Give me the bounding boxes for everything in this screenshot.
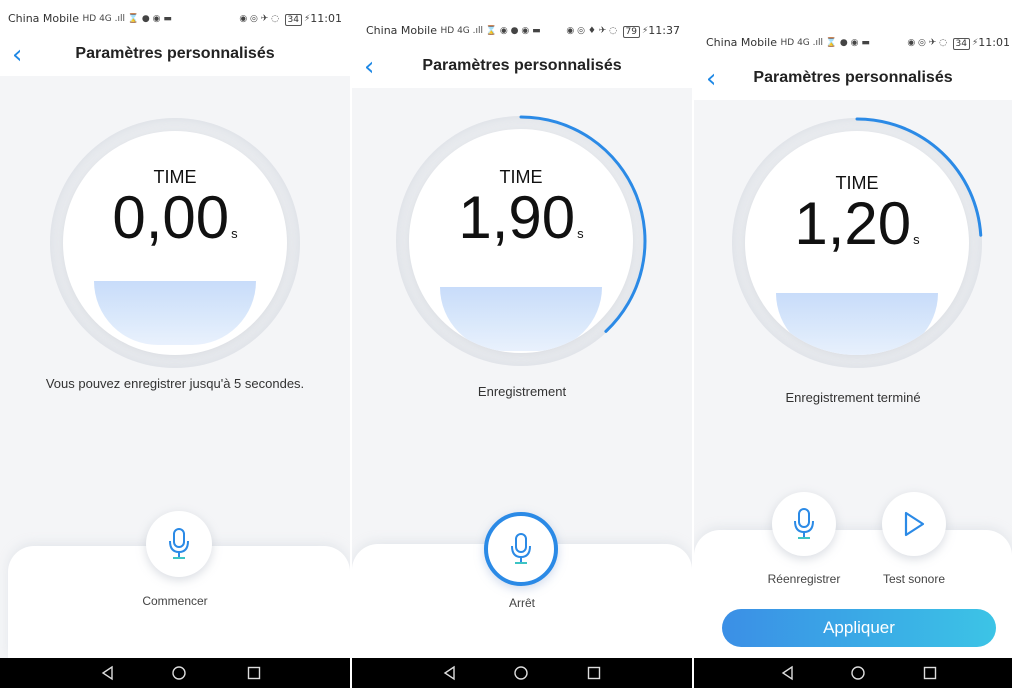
rerecord-button[interactable]	[772, 492, 836, 556]
status-caption: Enregistrement terminé	[785, 390, 921, 405]
system-navbar	[352, 658, 692, 688]
battery-icon: 34	[952, 38, 970, 50]
rerecord-label: Réenregistrer	[767, 572, 841, 586]
status-icons: ◉ ◎ ♦ ✈ ◌	[566, 26, 618, 36]
home-circle-icon[interactable]	[850, 665, 866, 681]
microphone-icon	[169, 528, 189, 559]
back-triangle-icon[interactable]	[780, 665, 796, 681]
clock: 11:37	[648, 24, 680, 37]
page-title: Paramètres personnalisés	[422, 57, 622, 74]
start-label: Commencer	[142, 594, 208, 608]
play-icon	[904, 511, 925, 537]
content-area: TIME 1,90 s Enregistrement Arrêt	[352, 88, 692, 658]
battery-icon: 79	[622, 26, 640, 38]
recent-square-icon[interactable]	[246, 665, 262, 681]
timer-ring: TIME 0,00 s	[50, 118, 300, 368]
carrier-name: China Mobile	[366, 24, 438, 37]
carrier-name: China Mobile	[706, 36, 778, 49]
system-navbar	[694, 658, 1012, 688]
screen-start: China Mobile HD 4G .ıll ⌛ ● ◉ ▬ ◉ ◎ ✈ ◌ …	[0, 0, 350, 688]
home-circle-icon[interactable]	[171, 665, 187, 681]
timer-ring: TIME 1,20 s	[732, 117, 983, 368]
content-area: TIME 1,20 s Enregistrement terminé Réenre…	[694, 100, 1012, 658]
timer-unit: s	[231, 226, 238, 241]
progress-arc	[519, 115, 647, 333]
screen-finished: China Mobile HD 4G .ıll ⌛ ● ◉ ▬ ◉ ◎ ✈ ◌ …	[694, 0, 1012, 688]
audio-wave	[94, 281, 256, 345]
page-title: Paramètres personnalisés	[753, 69, 953, 86]
carrier-name: China Mobile	[8, 12, 80, 25]
start-record-button[interactable]	[146, 511, 212, 577]
app-header: ‹ Paramètres personnalisés	[0, 36, 350, 76]
clock: 11:01	[310, 12, 342, 25]
clock: 11:01	[978, 36, 1010, 49]
progress-arc	[855, 117, 983, 237]
stop-label: Arrêt	[508, 596, 535, 610]
signal-indicators: HD 4G .ıll ⌛ ● ◉ ▬	[780, 38, 870, 48]
status-icons: ◉ ◎ ✈ ◌	[907, 38, 948, 48]
app-header: ‹ Paramètres personnalisés	[352, 48, 692, 88]
screen-recording: China Mobile HD 4G .ıll ⌛ ◉ ● ◉ ▬ ◉ ◎ ♦ …	[352, 0, 692, 688]
test-sound-button[interactable]	[882, 492, 946, 556]
test-sound-label: Test sonore	[882, 572, 946, 586]
microphone-icon	[794, 508, 814, 539]
back-triangle-icon[interactable]	[442, 665, 458, 681]
microphone-icon	[511, 533, 531, 564]
timer-value: 0,00 s	[112, 184, 238, 251]
signal-indicators: HD 4G .ıll ⌛ ◉ ● ◉ ▬	[440, 26, 541, 36]
status-caption: Enregistrement	[477, 384, 567, 399]
battery-icon: 34	[284, 14, 302, 26]
timer-ring: TIME 1,90 s	[396, 115, 647, 366]
instruction-text: Vous pouvez enregistrer jusqu'à 5 second…	[45, 376, 305, 391]
apply-button[interactable]: Appliquer	[722, 609, 996, 647]
app-header: ‹ Paramètres personnalisés	[694, 60, 1012, 100]
signal-indicators: HD 4G .ıll ⌛ ● ◉ ▬	[82, 14, 172, 24]
status-icons: ◉ ◎ ✈ ◌	[239, 14, 280, 24]
page-title: Paramètres personnalisés	[75, 45, 275, 62]
recent-square-icon[interactable]	[586, 665, 602, 681]
recent-square-icon[interactable]	[922, 665, 938, 681]
content-area: TIME 0,00 s Vous pouvez enregistrer jusqu…	[0, 76, 350, 658]
home-circle-icon[interactable]	[513, 665, 529, 681]
system-navbar	[0, 658, 350, 688]
back-triangle-icon[interactable]	[100, 665, 116, 681]
stop-record-button[interactable]	[484, 512, 558, 586]
